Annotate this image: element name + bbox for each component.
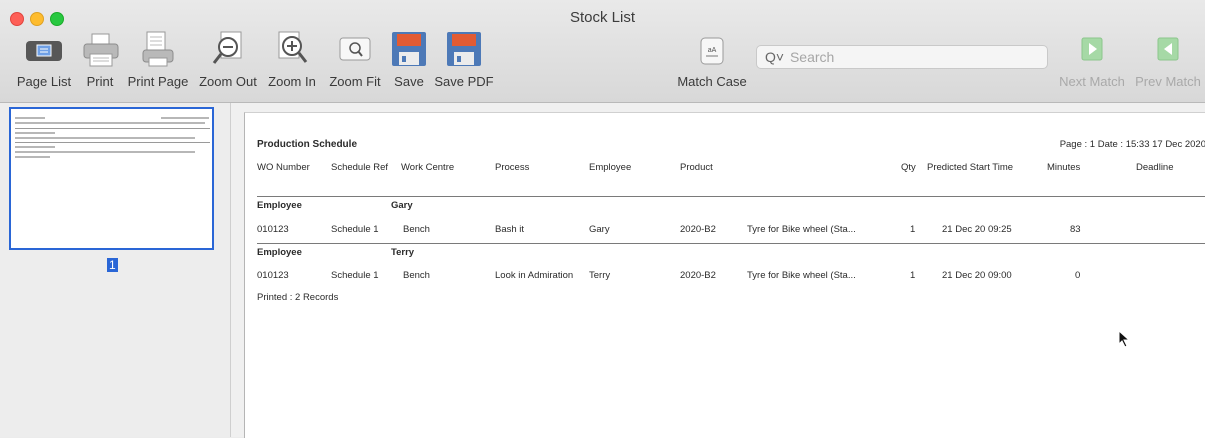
save-button[interactable]: Save [390, 30, 428, 89]
match-case-icon: aA [676, 30, 748, 68]
column-header: Employee [589, 162, 632, 173]
print-page-icon [126, 30, 190, 68]
thumbnail-line [15, 117, 45, 119]
page-number-label: 1 [107, 258, 118, 272]
cell-employee: Terry [589, 270, 611, 281]
printer-icon [80, 30, 120, 68]
floppy-disk-icon [390, 30, 428, 68]
zoom-in-label: Zoom In [268, 74, 316, 89]
next-match-icon [1056, 30, 1128, 68]
page-thumbnail[interactable] [9, 107, 214, 250]
svg-text:aA: aA [708, 47, 717, 54]
prev-match-label: Prev Match [1135, 74, 1201, 89]
zoom-fit-label: Zoom Fit [329, 74, 381, 89]
thumbnail-rule [15, 142, 210, 143]
match-case-button[interactable]: aA Match Case [676, 30, 748, 89]
page-info: Page : 1 Date : 15:33 17 Dec 2020 [1059, 139, 1205, 150]
save-label: Save [394, 74, 424, 89]
zoom-out-label: Zoom Out [199, 74, 257, 89]
save-pdf-button[interactable]: Save PDF [434, 30, 494, 89]
report-title: Production Schedule [257, 139, 358, 150]
cell-qty: 1 [910, 224, 916, 235]
window-title: Stock List [569, 9, 636, 26]
floppy-disk-pdf-icon [434, 30, 494, 68]
cell-wo-number: 010123 [257, 270, 289, 281]
cell-qty: 1 [910, 270, 916, 281]
cell-process: Bash it [495, 224, 525, 235]
search-field[interactable]: Q˅ Search [756, 45, 1048, 69]
column-header: Predicted Start Time [927, 162, 1014, 173]
window-toolbar: Stock List Page List Print Print Page Zo… [0, 0, 1205, 103]
column-header: Schedule Ref [331, 162, 389, 173]
cell-work-centre: Bench [403, 270, 430, 281]
cell-minutes: 0 [1075, 270, 1081, 281]
zoom-fit-button[interactable]: Zoom Fit [326, 30, 384, 89]
mouse-pointer-icon [1118, 329, 1131, 353]
cell-product: 2020-B2 [680, 224, 716, 235]
thumbnail-line [161, 117, 209, 119]
column-header: Process [495, 162, 530, 173]
search-placeholder: Search [789, 49, 835, 65]
page-list-label: Page List [16, 74, 72, 89]
thumbnail-line [15, 151, 195, 153]
next-match-button[interactable]: Next Match [1056, 30, 1128, 89]
cell-employee: Gary [589, 224, 610, 235]
thumbnail-line [15, 156, 50, 158]
thumbnail-rule [15, 128, 210, 129]
thumbnail-line [15, 146, 55, 148]
page-thumbnail-sidebar: 1 [0, 103, 231, 437]
zoom-out-button[interactable]: Zoom Out [197, 30, 259, 89]
zoom-out-icon [197, 30, 259, 68]
cell-product: 2020-B2 [680, 270, 716, 281]
print-button[interactable]: Print [80, 30, 120, 89]
cell-wo-number: 010123 [257, 224, 289, 235]
report-page: Production Schedule Page : 1 Date : 15:3… [244, 112, 1205, 438]
zoom-in-button[interactable]: Zoom In [266, 30, 318, 89]
group-label: Employee [257, 247, 302, 258]
print-page-button[interactable]: Print Page [126, 30, 190, 89]
prev-match-button[interactable]: Prev Match [1134, 30, 1202, 89]
print-label: Print [86, 74, 114, 89]
group-employee-name: Gary [391, 200, 413, 211]
match-case-label: Match Case [677, 74, 747, 89]
group-employee-name: Terry [391, 247, 415, 258]
column-header: Deadline [1136, 162, 1174, 173]
cell-work-centre: Bench [403, 224, 430, 235]
print-page-label: Print Page [127, 74, 189, 89]
thumbnail-line [15, 132, 55, 134]
column-header: Work Centre [401, 162, 455, 173]
cell-process: Look in Admiration [495, 270, 574, 281]
cell-description: Tyre for Bike wheel (Sta... [747, 270, 856, 281]
zoom-in-icon [266, 30, 318, 68]
document-canvas: Production Schedule Page : 1 Date : 15:3… [231, 103, 1205, 438]
next-match-label: Next Match [1059, 74, 1125, 89]
column-header: WO Number [257, 162, 310, 173]
column-header: Qty [901, 162, 916, 173]
column-header: Minutes [1047, 162, 1081, 173]
page-list-icon [13, 30, 75, 68]
group-label: Employee [257, 200, 302, 211]
thumbnail-line [15, 122, 205, 124]
magnifier-icon: Q˅ [765, 49, 785, 65]
column-header: Product [680, 162, 713, 173]
cell-description: Tyre for Bike wheel (Sta... [747, 224, 856, 235]
cell-schedule-ref: Schedule 1 [331, 270, 379, 281]
cell-minutes: 83 [1070, 224, 1081, 235]
group-divider [257, 243, 1205, 244]
cell-start-time: 21 Dec 20 09:25 [942, 224, 1012, 235]
save-pdf-label: Save PDF [434, 74, 494, 89]
cell-start-time: 21 Dec 20 09:00 [942, 270, 1012, 281]
thumbnail-line [15, 137, 195, 139]
page-list-button[interactable]: Page List [13, 30, 75, 89]
prev-match-icon [1134, 30, 1202, 68]
group-divider [257, 196, 1205, 197]
report-footer: Printed : 2 Records [257, 292, 339, 303]
zoom-fit-icon [326, 30, 384, 68]
cell-schedule-ref: Schedule 1 [331, 224, 379, 235]
